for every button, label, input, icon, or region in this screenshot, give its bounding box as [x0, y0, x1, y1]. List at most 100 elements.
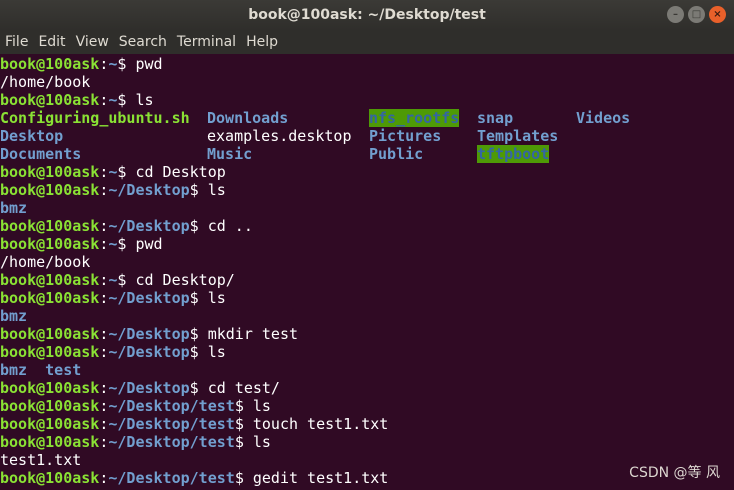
menu-search[interactable]: Search: [119, 34, 167, 50]
prompt-symbol: $: [189, 343, 208, 361]
minimize-button[interactable]: –: [667, 6, 684, 23]
prompt-path: ~/Desktop: [108, 325, 190, 343]
terminal-line: book@100ask:~/Desktop$ mkdir test: [0, 325, 734, 343]
terminal-output[interactable]: book@100ask:~$ pwd/home/book book@100ask:…: [0, 55, 734, 490]
terminal-line: Desktop examples.desktop Pictures Templates: [0, 127, 734, 145]
terminal-line: bmz: [0, 199, 734, 217]
prompt-path: ~/Desktop/test: [108, 469, 235, 487]
command-output: /home/book: [0, 73, 91, 91]
close-button[interactable]: ×: [709, 6, 726, 23]
prompt-path: ~/Desktop: [108, 343, 190, 361]
watermark: CSDN @等 风: [629, 465, 720, 481]
maximize-button[interactable]: □: [688, 6, 705, 23]
window-title: book@100ask: ~/Desktop/test: [248, 7, 486, 23]
prompt-path: ~/Desktop: [108, 289, 190, 307]
prompt-symbol: $: [117, 163, 136, 181]
window-titlebar[interactable]: book@100ask: ~/Desktop/test – □ ×: [0, 0, 734, 30]
prompt-symbol: $: [189, 289, 208, 307]
ls-entry: Music: [207, 145, 253, 163]
ls-output-dirs: bmz test: [0, 361, 82, 379]
prompt-user-host: book@100ask: [0, 181, 100, 199]
terminal-line: book@100ask:~/Desktop/test$ gedit test1.…: [0, 469, 734, 487]
command-output: /home/book: [0, 253, 91, 271]
prompt-path: ~/Desktop: [108, 379, 190, 397]
prompt-symbol: $: [189, 325, 208, 343]
prompt-user-host: book@100ask: [0, 379, 100, 397]
terminal-line: book@100ask:~/Desktop$ ls: [0, 343, 734, 361]
terminal-line: book@100ask:~$ cd Desktop/: [0, 271, 734, 289]
ls-entry: examples.desktop: [207, 127, 352, 145]
prompt-path: ~/Desktop/test: [108, 433, 235, 451]
command-text: pwd: [135, 55, 163, 73]
ls-entry: tftpboot: [477, 145, 550, 163]
command-text: ls: [207, 181, 226, 199]
prompt-symbol: $: [117, 91, 136, 109]
prompt-user-host: book@100ask: [0, 55, 100, 73]
ls-entry: snap: [477, 109, 514, 127]
ls-entry: Configuring_ubuntu.sh: [0, 109, 190, 127]
terminal-line: book@100ask:~/Desktop$ ls: [0, 289, 734, 307]
command-text: ls: [207, 343, 226, 361]
prompt-user-host: book@100ask: [0, 343, 100, 361]
prompt-symbol: $: [234, 433, 253, 451]
command-text: cd test/: [207, 379, 280, 397]
prompt-user-host: book@100ask: [0, 415, 100, 433]
ls-entry: Videos: [576, 109, 631, 127]
prompt-user-host: book@100ask: [0, 397, 100, 415]
command-text: mkdir test: [207, 325, 299, 343]
prompt-path: ~/Desktop/test: [108, 397, 235, 415]
ls-entry: nfs_rootfs: [369, 109, 460, 127]
command-output: test1.txt: [0, 451, 82, 469]
ls-entry: Documents: [0, 145, 82, 163]
menu-file[interactable]: File: [5, 34, 28, 50]
command-text: cd ..: [207, 217, 253, 235]
command-text: ls: [252, 397, 271, 415]
prompt-symbol: $: [189, 217, 208, 235]
menu-edit[interactable]: Edit: [38, 34, 65, 50]
prompt-user-host: book@100ask: [0, 271, 100, 289]
ls-output-dirs: bmz: [0, 199, 28, 217]
ls-entry: Templates: [477, 127, 559, 145]
terminal-line: /home/book: [0, 253, 734, 271]
terminal-line: test1.txt: [0, 451, 734, 469]
prompt-symbol: $: [234, 397, 253, 415]
prompt-path: ~/Desktop: [108, 181, 190, 199]
terminal-line: book@100ask:~/Desktop$ ls: [0, 181, 734, 199]
prompt-symbol: $: [234, 469, 253, 487]
menu-help[interactable]: Help: [246, 34, 278, 50]
command-text: pwd: [135, 235, 163, 253]
terminal-line: book@100ask:~/Desktop$ cd test/: [0, 379, 734, 397]
prompt-symbol: $: [234, 415, 253, 433]
terminal-line: book@100ask:~/Desktop/test$ ls: [0, 433, 734, 451]
terminal-line: bmz: [0, 307, 734, 325]
prompt-user-host: book@100ask: [0, 217, 100, 235]
terminal-line: Documents Music Public tftpboot: [0, 145, 734, 163]
menu-terminal[interactable]: Terminal: [177, 34, 236, 50]
command-text: ls: [252, 433, 271, 451]
window-controls: – □ ×: [667, 6, 726, 23]
menu-view[interactable]: View: [76, 34, 109, 50]
prompt-user-host: book@100ask: [0, 469, 100, 487]
terminal-line: book@100ask:~/Desktop/test$ touch test1.…: [0, 415, 734, 433]
command-text: ls: [207, 289, 226, 307]
command-text: cd Desktop: [135, 163, 226, 181]
prompt-symbol: $: [189, 181, 208, 199]
terminal-line: book@100ask:~$ ls: [0, 91, 734, 109]
prompt-user-host: book@100ask: [0, 91, 100, 109]
terminal-line: book@100ask:~/Desktop/test$ ls: [0, 397, 734, 415]
prompt-path: ~/Desktop/test: [108, 415, 235, 433]
prompt-symbol: $: [117, 271, 136, 289]
command-text: gedit test1.txt: [252, 469, 389, 487]
terminal-line: book@100ask:~$ pwd: [0, 235, 734, 253]
terminal-line: book@100ask:~$ cd Desktop: [0, 163, 734, 181]
ls-entry: Pictures: [369, 127, 442, 145]
prompt-symbol: $: [117, 235, 136, 253]
command-text: touch test1.txt: [252, 415, 389, 433]
terminal-line: bmz test: [0, 361, 734, 379]
prompt-symbol: $: [117, 55, 136, 73]
prompt-symbol: $: [189, 379, 208, 397]
prompt-path: ~/Desktop: [108, 217, 190, 235]
ls-output-dirs: bmz: [0, 307, 28, 325]
terminal-line: /home/book: [0, 73, 734, 91]
terminal-line: book@100ask:~$ pwd: [0, 55, 734, 73]
